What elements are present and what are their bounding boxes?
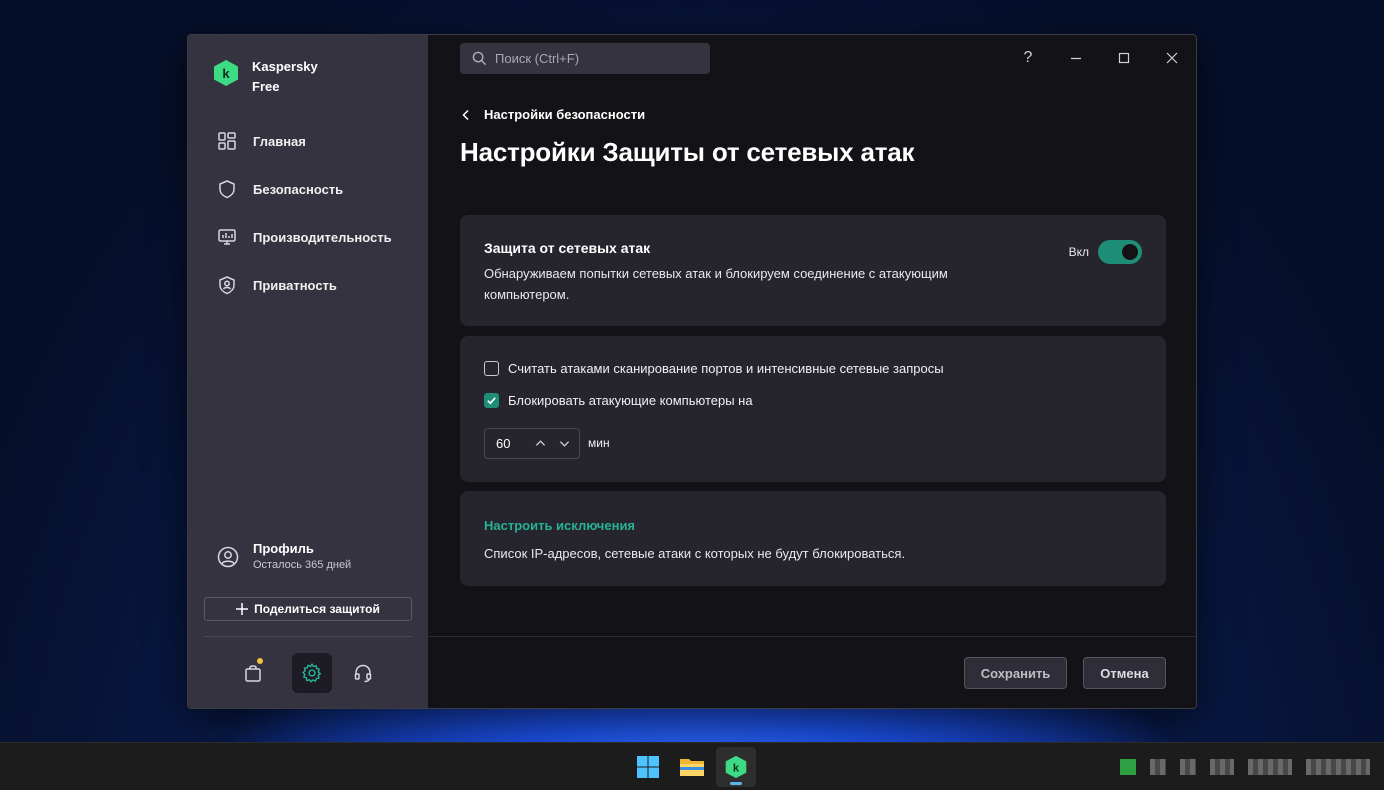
sidebar-item-label: Безопасность: [253, 181, 344, 197]
protection-toggle[interactable]: [1098, 240, 1142, 264]
sidebar-item-label: Приватность: [253, 277, 337, 293]
network-attack-protection-card: Защита от сетевых атак Обнаруживаем попы…: [460, 215, 1166, 326]
save-button[interactable]: Сохранить: [964, 657, 1067, 689]
share-protection-label: Поделиться защитой: [254, 602, 380, 616]
footer-divider: [428, 636, 1196, 637]
user-avatar-icon: [217, 546, 239, 568]
port-scan-option[interactable]: Считать атаками сканирование портов и ин…: [484, 361, 944, 376]
block-duration-stepper[interactable]: 60: [484, 428, 580, 459]
svg-text:k: k: [733, 762, 740, 774]
close-button[interactable]: [1148, 35, 1196, 81]
settings-gear-icon: [302, 662, 322, 683]
sidebar-item-label: Производительность: [253, 229, 392, 245]
protection-toggle-group: Вкл: [1069, 240, 1142, 264]
file-explorer-button[interactable]: [672, 747, 712, 787]
tray-icon[interactable]: [1150, 759, 1166, 775]
sidebar-item-security[interactable]: Безопасность: [188, 165, 428, 213]
windows-logo-icon: [637, 756, 659, 778]
sidebar-nav: Главная Безопасность Производительность: [188, 117, 428, 309]
sidebar-item-home[interactable]: Главная: [188, 117, 428, 165]
search-icon: [472, 51, 487, 66]
svg-text:k: k: [222, 66, 230, 81]
tray-icon[interactable]: [1180, 759, 1196, 775]
share-protection-button[interactable]: Поделиться защитой: [204, 597, 412, 621]
monitor-icon: [218, 229, 236, 245]
help-button[interactable]: ?: [1004, 35, 1052, 81]
sidebar-item-label: Главная: [253, 133, 306, 149]
profile-name: Профиль: [253, 541, 314, 556]
exclusions-description: Список IP-адресов, сетевые атаки с котор…: [484, 546, 906, 561]
shop-bag-icon: [245, 665, 261, 682]
main-content: Поиск (Ctrl+F) ? Настройки безопасности …: [428, 35, 1196, 708]
privacy-shield-icon: [219, 276, 235, 295]
block-computers-checkbox[interactable]: [484, 393, 499, 408]
sidebar: k Kaspersky Free Главная Безопасность Пр…: [188, 35, 428, 708]
port-scan-checkbox[interactable]: [484, 361, 499, 376]
tray-icon[interactable]: [1210, 759, 1234, 775]
sidebar-bottom-bar: [188, 653, 428, 693]
configure-exclusions-link[interactable]: Настроить исключения: [484, 518, 635, 533]
maximize-button[interactable]: [1100, 35, 1148, 81]
settings-button[interactable]: [292, 653, 332, 693]
tray-date[interactable]: [1306, 759, 1370, 775]
toggle-label: Вкл: [1068, 245, 1089, 259]
minimize-button[interactable]: [1052, 35, 1100, 81]
search-input[interactable]: Поиск (Ctrl+F): [460, 43, 710, 74]
block-computers-option[interactable]: Блокировать атакующие компьютеры на: [484, 393, 753, 408]
kaspersky-logo-icon: k: [214, 60, 238, 86]
port-scan-label: Считать атаками сканирование портов и ин…: [508, 361, 944, 376]
start-button[interactable]: [628, 747, 668, 787]
block-computers-label: Блокировать атакующие компьютеры на: [508, 393, 753, 408]
plus-icon: [236, 603, 249, 615]
tray-icon[interactable]: [1120, 759, 1136, 775]
back-to-security-settings[interactable]: Настройки безопасности: [460, 107, 645, 122]
card-description: Обнаруживаем попытки сетевых атак и блок…: [484, 266, 948, 302]
kaspersky-logo-icon: k: [725, 755, 747, 779]
window-controls: ?: [1004, 35, 1196, 81]
chevron-up-icon: [535, 440, 545, 446]
notification-dot: [257, 658, 263, 664]
taskbar-apps: k: [628, 747, 756, 787]
breadcrumb: Настройки безопасности: [484, 107, 646, 122]
taskbar: k: [0, 742, 1384, 790]
close-icon: [1166, 52, 1178, 64]
attack-options-card: Считать атаками сканирование портов и ин…: [460, 336, 1166, 482]
block-duration-unit: мин: [588, 436, 610, 450]
tray-clock[interactable]: [1248, 759, 1292, 775]
search-placeholder: Поиск (Ctrl+F): [495, 51, 580, 66]
shield-icon: [219, 180, 235, 199]
profile-subscription: Осталось 365 дней: [253, 559, 352, 571]
brand-name: Kaspersky Free: [252, 59, 318, 94]
minimize-icon: [1071, 57, 1081, 60]
home-grid-icon: [218, 132, 236, 150]
card-title: Защита от сетевых атак: [484, 240, 651, 256]
chevron-left-icon: [462, 109, 469, 120]
exclusions-card: Настроить исключения Список IP-адресов, …: [460, 491, 1166, 586]
support-button[interactable]: [343, 653, 383, 693]
chevron-down-icon: [559, 441, 569, 447]
sidebar-divider: [204, 636, 412, 637]
system-tray: [1120, 759, 1370, 775]
folder-icon: [680, 759, 704, 776]
maximize-icon: [1118, 52, 1130, 64]
sidebar-item-privacy[interactable]: Приватность: [188, 261, 428, 309]
brand: k Kaspersky Free: [212, 57, 318, 97]
help-icon: ?: [1023, 49, 1033, 66]
checkmark-icon: [487, 397, 496, 405]
decrement-button[interactable]: [552, 432, 576, 456]
cancel-button[interactable]: Отмена: [1083, 657, 1166, 689]
block-duration-value[interactable]: 60: [496, 436, 528, 451]
profile[interactable]: Профиль Осталось 365 дней: [217, 541, 351, 573]
increment-button[interactable]: [528, 432, 552, 456]
kaspersky-taskbar-button[interactable]: k: [716, 747, 756, 787]
support-headset-icon: [354, 664, 372, 683]
kaspersky-window: k Kaspersky Free Главная Безопасность Пр…: [187, 34, 1197, 709]
sidebar-item-performance[interactable]: Производительность: [188, 213, 428, 261]
page-title: Настройки Защиты от сетевых атак: [460, 137, 915, 167]
store-button[interactable]: [233, 653, 273, 693]
